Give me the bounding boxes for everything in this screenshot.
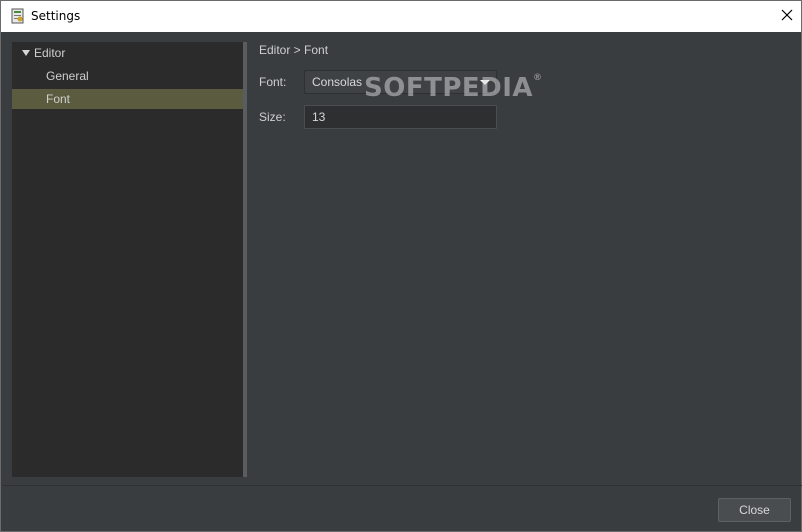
tree-item-editor[interactable]: Editor [12, 43, 243, 63]
title-bar: Settings [1, 1, 801, 32]
settings-window: Settings Editor General Font Editor > Fo… [0, 0, 802, 532]
size-input[interactable]: 13 [304, 105, 497, 129]
tree-item-font[interactable]: Font [12, 89, 243, 109]
tree-item-label: General [46, 69, 89, 83]
tree-item-general[interactable]: General [12, 66, 243, 86]
window-title: Settings [31, 9, 81, 23]
tree-item-label: Font [46, 92, 71, 106]
expand-arrow-icon[interactable] [22, 50, 30, 56]
tree-item-label: Editor [34, 46, 66, 60]
app-icon [11, 8, 25, 24]
breadcrumb: Editor > Font [259, 43, 329, 57]
window-close-button[interactable] [773, 1, 801, 32]
splitter-handle[interactable] [243, 42, 247, 477]
font-label: Font: [259, 75, 287, 89]
font-select-value: Consolas [312, 75, 363, 89]
softpedia-watermark: SOFTPEDIA® [364, 73, 543, 103]
footer-divider [2, 485, 802, 486]
settings-tree: Editor General Font [12, 42, 243, 477]
size-label: Size: [259, 110, 286, 124]
close-icon [781, 9, 793, 24]
close-button[interactable]: Close [718, 498, 791, 522]
